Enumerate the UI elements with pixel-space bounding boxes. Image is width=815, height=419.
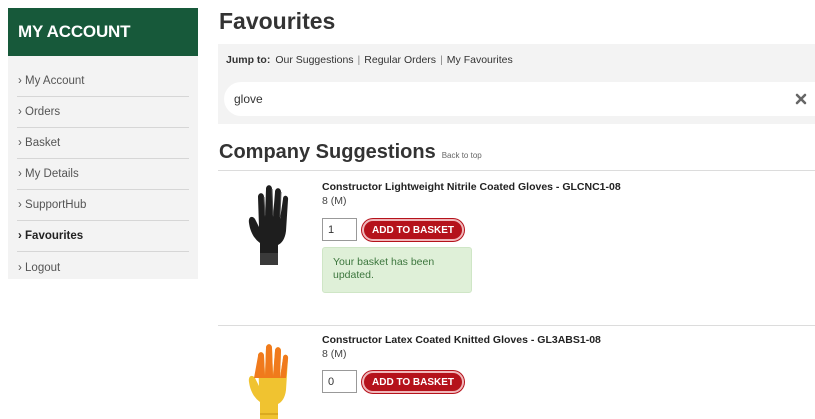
main-content: Favourites Jump to: Our Suggestions | Re… [218,0,815,419]
jump-separator: | [357,54,361,66]
jump-link-my-favourites[interactable]: My Favourites [447,54,513,66]
clear-search-icon[interactable] [794,92,808,106]
section-title-text: Company Suggestions [219,141,436,163]
quantity-input[interactable] [322,218,357,241]
sidebar-item-my-account[interactable]: › My Account [17,66,189,97]
quantity-input[interactable] [322,370,357,393]
page-title: Favourites [219,8,336,34]
back-to-top-link[interactable]: Back to top [442,151,482,160]
sidebar-nav: › My Account › Orders › Basket › My Deta… [8,56,198,283]
product-row: Constructor Lightweight Nitrile Coated G… [218,170,815,325]
basket-updated-alert: Your basket has been updated. [322,247,472,293]
sidebar-item-basket[interactable]: › Basket [17,128,189,159]
jump-link-regular-orders[interactable]: Regular Orders [364,54,436,66]
product-row: Constructor Latex Coated Knitted Gloves … [218,325,815,419]
product-name: Constructor Latex Coated Knitted Gloves … [322,334,601,346]
jump-to-label: Jump to: [226,54,271,66]
sidebar-item-supporthub[interactable]: › SupportHub [17,190,189,221]
product-name: Constructor Lightweight Nitrile Coated G… [322,181,621,193]
jump-separator: | [440,54,443,66]
sidebar-title: MY ACCOUNT [8,8,198,56]
add-to-basket-button[interactable]: ADD TO BASKET [362,371,465,393]
sidebar-item-logout[interactable]: › Logout [17,252,189,283]
section-title: Company Suggestions Back to top [219,141,482,164]
search-box [224,82,815,116]
add-to-basket-button[interactable]: ADD TO BASKET [362,219,465,241]
filter-panel: Jump to: Our Suggestions | Regular Order… [218,44,815,124]
sidebar-item-my-details[interactable]: › My Details [17,159,189,190]
sidebar-item-favourites[interactable]: › Favourites [17,221,189,252]
product-size: 8 (M) [322,348,347,360]
orange-latex-glove-image[interactable] [240,338,296,419]
sidebar-item-orders[interactable]: › Orders [17,97,189,128]
jump-link-our-suggestions[interactable]: Our Suggestions [275,54,353,66]
account-sidebar: MY ACCOUNT › My Account › Orders › Baske… [8,8,198,279]
product-size: 8 (M) [322,195,347,207]
black-nitrile-glove-image[interactable] [240,179,296,269]
search-input[interactable] [234,92,774,106]
jump-to-bar: Jump to: Our Suggestions | Regular Order… [226,54,513,66]
